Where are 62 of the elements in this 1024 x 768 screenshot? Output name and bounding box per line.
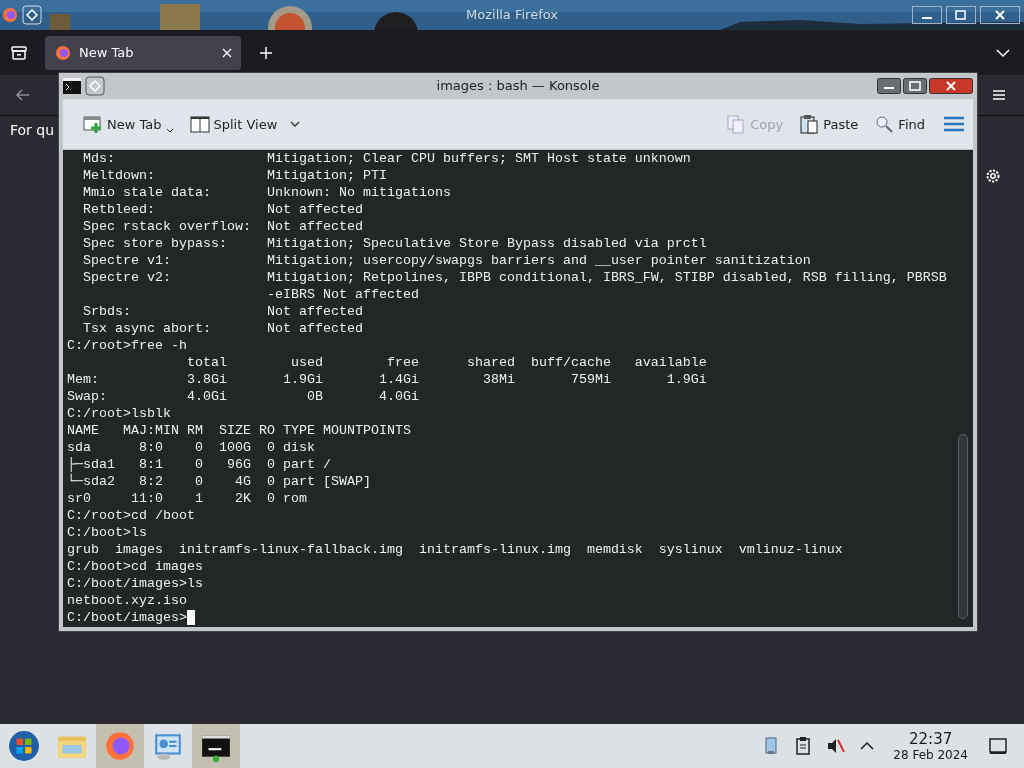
terminal-line: sr0 11:0 1 2K 0 rom — [67, 490, 308, 507]
terminal-line: sda 8:0 0 100G 0 disk — [67, 439, 316, 456]
window-title: images : bash — Konsole — [436, 78, 600, 93]
minimize-icon[interactable] — [912, 6, 942, 24]
terminal-line: -eIBRS Not affected — [265, 286, 420, 303]
terminal-line: Retbleed: Not affected — [82, 201, 364, 218]
browser-icon — [55, 44, 71, 61]
start-icon — [8, 730, 40, 762]
terminal-line: C:/boot/images> — [67, 609, 187, 626]
terminal-line: Mds: Mitigation; Clear CPU buffers; SMT Host state unknown — [82, 150, 692, 167]
terminal-line: Spec store bypass: Mitigation; Speculative Store Bypass disabled via prctl — [82, 235, 708, 252]
window-title: Mozilla Firefox — [466, 7, 558, 22]
terminal-line: Mmio stale data: Unknown: No mitigations — [82, 184, 452, 201]
terminal-line: └─sda2 8:2 0 4G 0 part [SWAP] — [67, 473, 372, 490]
browser-icon — [2, 7, 18, 23]
browser-icon — [104, 730, 136, 762]
terminal-line: Swap: 4.0Gi 0B 4.0Gi — [67, 388, 420, 405]
text-cursor — [187, 610, 195, 625]
terminal-icon — [63, 78, 81, 94]
scrollbar-thumb[interactable] — [958, 434, 968, 619]
terminal-line: C:/root>free -h — [67, 337, 188, 354]
copy-icon — [726, 114, 747, 134]
split-view-button[interactable]: Split View — [183, 110, 308, 138]
terminal-line: total used free shared buff/cache available — [185, 354, 708, 371]
search-icon — [874, 114, 895, 134]
split-view-icon — [189, 114, 210, 134]
terminal-taskbar-button[interactable] — [192, 724, 240, 768]
terminal-line: ├─sda1 8:1 0 96G 0 part / — [67, 456, 332, 473]
terminal-line: NAME MAJ:MIN RM SIZE RO TYPE MOUNTPOINTS — [67, 422, 412, 439]
maximize-icon[interactable] — [903, 78, 927, 94]
maximize-icon[interactable] — [946, 6, 976, 24]
new-tab-button[interactable]: New Tab — [77, 110, 180, 138]
close-icon[interactable] — [980, 6, 1020, 24]
terminal-line: C:/root>cd /boot — [67, 507, 196, 524]
minimize-icon[interactable] — [877, 78, 901, 94]
terminal-line: Mem: 3.8Gi 1.9Gi 1.4Gi 38Mi 759Mi 1.9Gi — [67, 371, 708, 388]
terminal-line: C:/root>lsblk — [67, 405, 172, 422]
close-icon[interactable] — [929, 78, 973, 94]
terminal-line: Spectre v1: Mitigation; usercopy/swapgs barriers and __user pointer sanitization — [82, 252, 812, 269]
find-button[interactable]: Find — [868, 110, 931, 138]
terminal-line: C:/boot>cd images — [67, 558, 204, 575]
clock-time: 22:37 — [909, 730, 953, 748]
paste-icon — [799, 114, 820, 134]
terminal-line: Tsx async abort: Not affected — [82, 320, 364, 337]
terminal-line: Spec rstack overflow: Not affected — [82, 218, 364, 235]
terminal-line: Srbds: Not affected — [82, 303, 364, 320]
terminal-line: C:/boot/images>ls — [67, 575, 204, 592]
terminal-line: Spectre v2: Mitigation; Retpolines, IBPB conditional, IBRS_FW, STIBP disabled, RSB filling, PBRSB — [82, 269, 948, 286]
pin-icon[interactable] — [85, 76, 105, 96]
new-tab-icon — [83, 114, 103, 134]
terminal-line: C:/boot>ls — [67, 524, 148, 541]
page-text: For qu — [10, 122, 55, 138]
browser-tab[interactable]: New Tab — [45, 35, 241, 70]
terminal-line: grub images initramfs-linux-fallback.img initramfs-linux.img memdisk syslinux vmlinuz-linux — [67, 541, 844, 558]
caret-icon — [165, 128, 174, 134]
paste-button[interactable]: Paste — [793, 110, 865, 138]
tab-label: New Tab — [79, 45, 134, 60]
show-desktop-icon[interactable] — [988, 736, 1008, 756]
terminal-line: netboot.xyz.iso — [67, 592, 188, 609]
clock-date: 28 Feb 2024 — [893, 747, 968, 762]
tray-icon[interactable] — [10, 43, 28, 62]
terminal-line: Meltdown: Mitigation; PTI — [82, 167, 388, 184]
